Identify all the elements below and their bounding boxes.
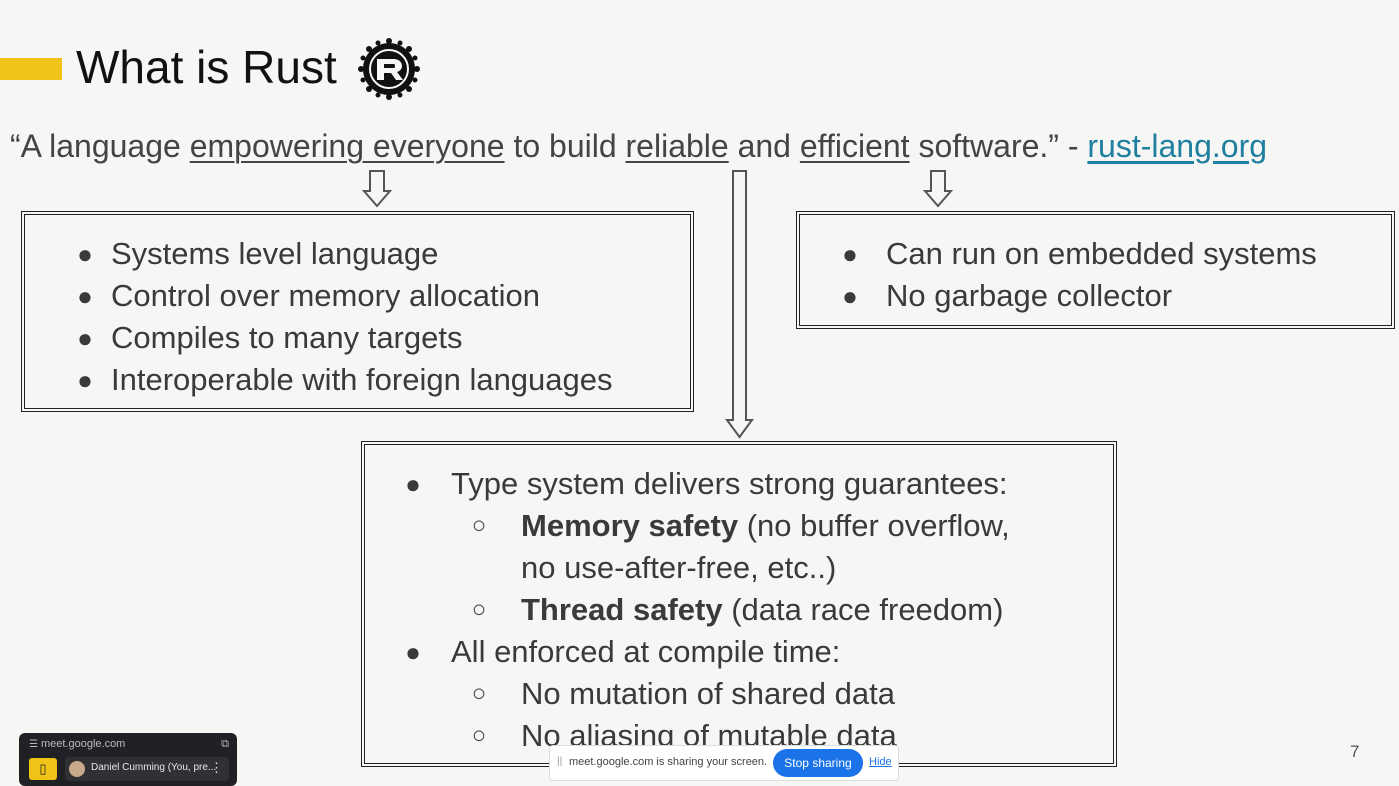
- more-vert-icon[interactable]: ⋮: [210, 760, 223, 776]
- list-item: ● No garbage collector: [842, 278, 1173, 313]
- drag-handle-icon[interactable]: ||: [557, 756, 562, 767]
- expand-icon[interactable]: ⧉: [221, 738, 229, 751]
- list-item: ● Control over memory allocation: [77, 278, 541, 313]
- list-item: ● Can run on embedded systems: [842, 236, 1317, 271]
- list-item: ○ No mutation of shared data: [471, 676, 895, 711]
- arrow-down-icon: [361, 170, 393, 208]
- settings-tune-icon[interactable]: ☰: [29, 739, 38, 750]
- screen-share-bar: || meet.google.com is sharing your scree…: [549, 745, 899, 781]
- rust-lang-link[interactable]: rust-lang.org: [1087, 128, 1267, 164]
- list-item: no use-after-free, etc..): [521, 550, 837, 585]
- avatar: [69, 761, 85, 777]
- meet-user-label: Daniel Cumming (You, pre...: [91, 762, 217, 773]
- slide: What is Rust “A language empowering ever…: [0, 0, 1399, 786]
- tagline: “A language empowering everyone to build…: [10, 128, 1268, 164]
- tagline-reliable: reliable: [625, 128, 729, 164]
- box-efficient: ● Can run on embedded systems ● No garbage…: [796, 211, 1395, 329]
- list-item: ○ Memory safety (no buffer overflow,: [471, 508, 1010, 543]
- tagline-empowering: empowering everyone: [189, 128, 505, 164]
- list-item: ● All enforced at compile time:: [405, 634, 841, 669]
- meet-widget[interactable]: ☰ meet.google.com ⧉ ▯ Daniel Cumming (You…: [19, 733, 237, 786]
- meet-user-tile[interactable]: Daniel Cumming (You, pre... ⋮: [65, 757, 229, 781]
- list-item: ● Interoperable with foreign languages: [77, 362, 613, 397]
- list-item: ○ Thread safety (data race freedom): [471, 592, 1004, 627]
- stop-sharing-button[interactable]: Stop sharing: [773, 749, 863, 777]
- box-empowering: ● Systems level language ● Control over me…: [21, 211, 694, 412]
- slide-title: What is Rust: [76, 41, 337, 93]
- tagline-efficient: efficient: [799, 128, 910, 164]
- arrow-down-icon: [725, 170, 754, 439]
- rust-logo-icon: [358, 38, 420, 100]
- arrow-down-icon: [922, 170, 954, 208]
- share-message: meet.google.com is sharing your screen.: [569, 756, 768, 768]
- list-item: ● Type system delivers strong guarantees:: [405, 466, 1008, 501]
- hide-button[interactable]: Hide: [869, 756, 892, 768]
- meet-url: ☰ meet.google.com: [29, 738, 126, 750]
- door-icon[interactable]: ▯: [29, 758, 57, 780]
- list-item: ● Compiles to many targets: [77, 320, 463, 355]
- page-number: 7: [1350, 742, 1360, 761]
- accent-bar: [0, 58, 62, 80]
- box-reliable: ● Type system delivers strong guarantees:…: [361, 441, 1117, 767]
- list-item: ● Systems level language: [77, 236, 439, 271]
